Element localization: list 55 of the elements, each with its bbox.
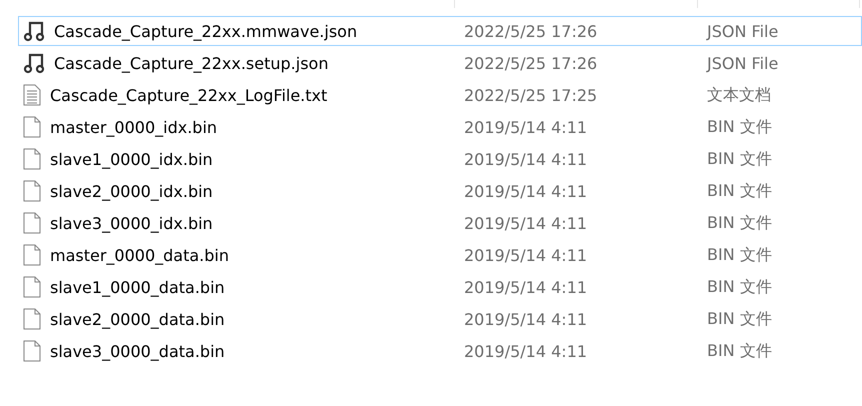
file-icon	[23, 276, 41, 298]
file-type: BIN 文件	[706, 212, 773, 234]
file-row[interactable]: Cascade_Capture_22xx_LogFile.txt 2022/5/25 17:25 文本文档	[18, 80, 862, 110]
file-type: BIN 文件	[706, 340, 773, 362]
modified-date: 2019/5/14 4:11	[463, 278, 588, 296]
file-name: slave1_0000_data.bin	[50, 278, 225, 296]
modified-date: 2019/5/14 4:11	[463, 150, 588, 168]
modified-date: 2022/5/25 17:25	[463, 86, 598, 104]
file-name: slave1_0000_idx.bin	[50, 150, 213, 168]
file-row[interactable]: master_0000_data.bin 2019/5/14 4:11 BIN 文件	[18, 240, 862, 270]
file-row[interactable]: slave2_0000_data.bin 2019/5/14 4:11 BIN 文件	[18, 304, 862, 334]
file-icon	[23, 212, 41, 234]
file-name: master_0000_data.bin	[50, 246, 230, 264]
file-name: master_0000_idx.bin	[50, 118, 218, 136]
file-row[interactable]: slave3_0000_data.bin 2019/5/14 4:11 BIN 文件	[18, 336, 862, 366]
file-type: BIN 文件	[706, 116, 773, 138]
file-name: Cascade_Capture_22xx_LogFile.txt	[50, 86, 328, 104]
modified-date: 2019/5/14 4:11	[463, 182, 588, 200]
file-row[interactable]: Cascade_Capture_22xx.setup.json 2022/5/25 17:26 JSON File	[18, 48, 862, 78]
file-type: BIN 文件	[706, 276, 773, 298]
file-row[interactable]: slave1_0000_data.bin 2019/5/14 4:11 BIN 文件	[18, 272, 862, 302]
file-type: 文本文档	[706, 84, 772, 106]
file-icon	[23, 340, 41, 362]
modified-date: 2019/5/14 4:11	[463, 118, 588, 136]
file-row[interactable]: Cascade_Capture_22xx.mmwave.json 2022/5/25 17:26 JSON File	[18, 16, 862, 46]
modified-date: 2022/5/25 17:26	[463, 54, 598, 72]
file-type: BIN 文件	[706, 308, 773, 330]
file-row[interactable]: slave3_0000_idx.bin 2019/5/14 4:11 BIN 文件	[18, 208, 862, 238]
modified-date: 2022/5/25 17:26	[463, 22, 598, 40]
file-name: slave3_0000_idx.bin	[50, 214, 213, 232]
file-name: slave2_0000_data.bin	[50, 310, 225, 328]
file-name: Cascade_Capture_22xx.setup.json	[54, 54, 328, 72]
file-row[interactable]: slave1_0000_idx.bin 2019/5/14 4:11 BIN 文件	[18, 144, 862, 174]
file-icon	[23, 116, 41, 138]
file-type: JSON File	[705, 54, 780, 72]
file-icon	[23, 308, 41, 330]
modified-date: 2019/5/14 4:11	[463, 310, 588, 328]
file-type: BIN 文件	[706, 244, 773, 266]
file-icon	[23, 148, 41, 170]
modified-date: 2019/5/14 4:11	[463, 342, 588, 360]
note-icon	[23, 52, 45, 74]
modified-date: 2019/5/14 4:11	[463, 214, 588, 232]
text-file-icon	[23, 84, 41, 106]
file-type: JSON File	[705, 22, 780, 40]
modified-date: 2019/5/14 4:11	[463, 246, 588, 264]
file-icon	[23, 244, 41, 266]
file-name: slave3_0000_data.bin	[50, 342, 225, 360]
file-name: slave2_0000_idx.bin	[50, 182, 213, 200]
file-icon	[23, 180, 41, 202]
file-type: BIN 文件	[706, 180, 773, 202]
note-icon	[23, 20, 45, 42]
file-row[interactable]: master_0000_idx.bin 2019/5/14 4:11 BIN 文件	[18, 112, 862, 142]
file-name: Cascade_Capture_22xx.mmwave.json	[54, 22, 358, 40]
file-type: BIN 文件	[706, 148, 773, 170]
file-row[interactable]: slave2_0000_idx.bin 2019/5/14 4:11 BIN 文件	[18, 176, 862, 206]
